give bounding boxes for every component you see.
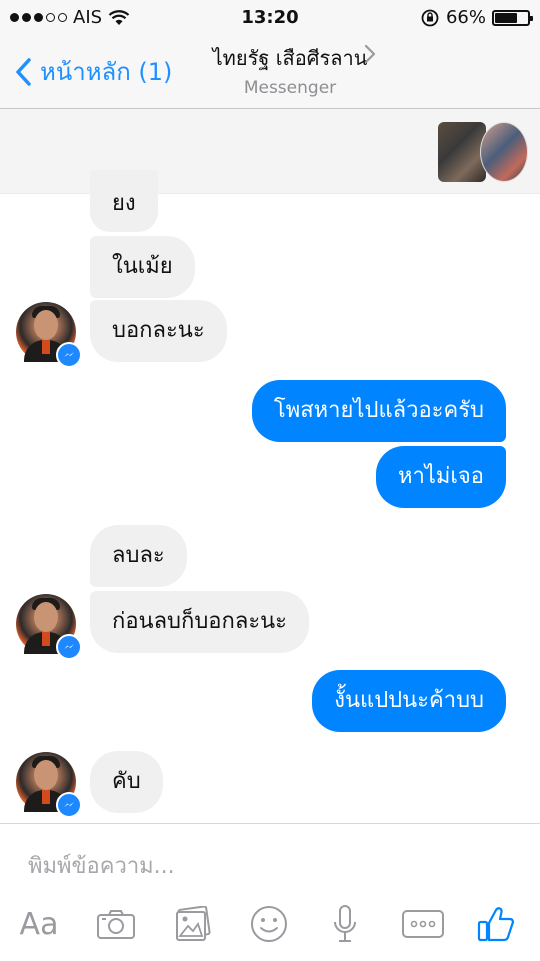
status-bar: AIS 13:20 66% xyxy=(0,0,540,36)
message-input[interactable]: พิมพ์ข้อความ... xyxy=(28,848,175,883)
camera-icon[interactable] xyxy=(95,902,137,946)
composer-toolbar: Aa xyxy=(0,902,540,950)
message-bubble-outgoing[interactable]: งั้นแปปนะค้าบบ xyxy=(312,670,506,732)
shared-media-strip xyxy=(0,109,540,194)
message-bubble-incoming[interactable]: บอกละนะ xyxy=(90,300,227,362)
back-button[interactable]: หน้าหลัก (1) xyxy=(14,52,172,91)
message-bubble-incoming[interactable]: ลบละ xyxy=(90,525,187,587)
contact-avatar[interactable] xyxy=(16,302,82,368)
contact-subtitle: Messenger xyxy=(243,78,337,98)
navigation-bar: หน้าหลัก (1) ไทยรัฐ เสือศีรลาน Messenger xyxy=(0,36,540,109)
microphone-icon[interactable] xyxy=(330,902,360,946)
photo-gallery-icon[interactable] xyxy=(173,902,213,946)
message-bubble-incoming[interactable]: ก่อนลบก็บอกละนะ xyxy=(90,591,309,653)
message-bubble-incoming[interactable]: ยง xyxy=(90,170,158,232)
battery-percent: 66% xyxy=(445,7,486,28)
media-thumbnail[interactable] xyxy=(480,122,528,182)
back-chevron-icon xyxy=(16,57,31,86)
chevron-right-icon[interactable] xyxy=(364,44,376,64)
text-format-button[interactable]: Aa xyxy=(16,902,62,946)
back-label: หน้าหลัก (1) xyxy=(40,58,173,86)
status-right: 66% xyxy=(420,7,533,28)
message-bubble-outgoing[interactable]: โพสหายไปแล้วอะครับ xyxy=(251,380,506,442)
messenger-badge-icon xyxy=(56,634,82,660)
message-bubble-incoming[interactable]: คับ xyxy=(90,751,163,813)
messenger-badge-icon xyxy=(56,792,82,818)
message-bubble-incoming[interactable]: ในเม้ย xyxy=(90,236,195,298)
messenger-badge-icon xyxy=(56,342,82,368)
contact-avatar[interactable] xyxy=(16,594,82,660)
battery-icon xyxy=(492,9,533,26)
media-thumbnail[interactable] xyxy=(438,122,486,182)
message-bubble-outgoing[interactable]: หาไม่เจอ xyxy=(375,446,506,508)
thumbs-up-icon[interactable] xyxy=(474,902,518,946)
message-composer: พิมพ์ข้อความ... Aa xyxy=(0,823,540,961)
rotation-lock-icon xyxy=(421,9,439,26)
shared-media-thumbnails[interactable] xyxy=(438,122,528,182)
emoji-icon[interactable] xyxy=(249,902,289,946)
more-icon[interactable] xyxy=(400,902,446,946)
contact-avatar[interactable] xyxy=(16,752,82,818)
